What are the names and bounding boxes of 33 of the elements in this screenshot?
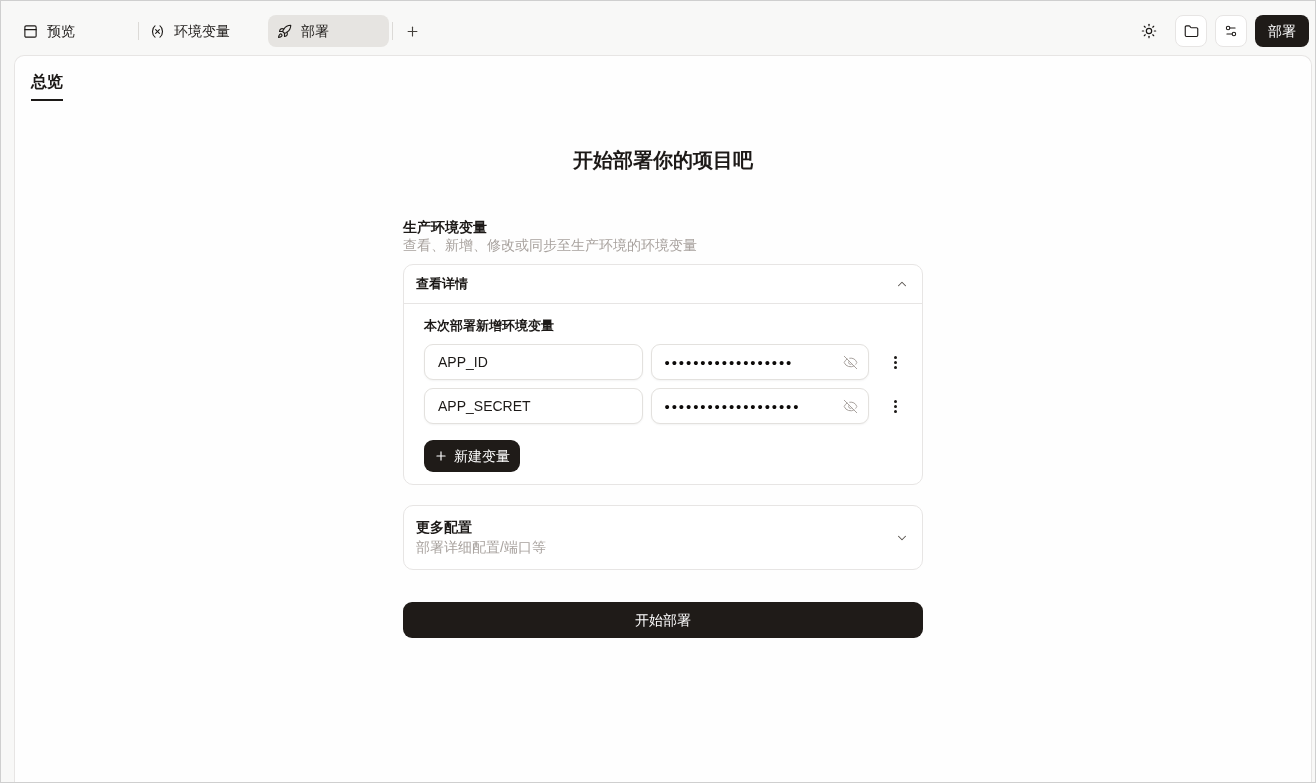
folder-icon (1183, 23, 1199, 39)
start-deploy-button[interactable]: 开始部署 (403, 602, 923, 638)
panel-tab[interactable]: 总览 (31, 70, 63, 101)
variable-value-field[interactable]: ••••••••••••••••••• (650, 388, 870, 424)
section-subtitle: 查看、新增、修改或同步至生产环境的环境变量 (403, 236, 698, 254)
variable-name-field[interactable]: APP_ID (424, 344, 643, 380)
new-variable-button[interactable]: 新建变量 (424, 440, 520, 472)
sun-icon (1141, 23, 1157, 39)
more-config-subtitle: 部署详细配置/端口等 (416, 538, 546, 557)
details-accordion-header[interactable]: 查看详情 (404, 265, 922, 304)
settings-icon (1224, 24, 1238, 38)
top-tab[interactable]: 预览 (14, 15, 135, 47)
plus-icon (434, 449, 448, 463)
browser-window-icon (23, 23, 38, 39)
plus-icon (404, 23, 420, 39)
top-tab[interactable]: 部署 (268, 15, 389, 47)
more-config-accordion[interactable]: 更多配置 部署详细配置/端口等 (403, 505, 923, 570)
deploy-button[interactable]: 部署 (1255, 15, 1309, 47)
group-label: 本次部署新增环境变量 (424, 317, 555, 335)
eye-off-icon[interactable] (843, 398, 859, 414)
kebab-icon (893, 355, 897, 369)
variable-value-field[interactable]: •••••••••••••••••• (650, 344, 870, 380)
eye-off-icon[interactable] (843, 354, 859, 370)
folder-button[interactable] (1175, 15, 1207, 47)
settings-button[interactable] (1215, 15, 1247, 47)
variable-name-field[interactable]: APP_SECRET (424, 388, 643, 424)
more-config-title: 更多配置 (416, 518, 473, 537)
section-title: 生产环境变量 (403, 218, 488, 236)
variable-icon (150, 23, 165, 39)
rocket-icon (277, 23, 292, 39)
kebab-icon (893, 399, 897, 413)
page-heading: 开始部署你的项目吧 (573, 148, 753, 173)
top-tab[interactable]: 环境变量 (141, 15, 262, 47)
